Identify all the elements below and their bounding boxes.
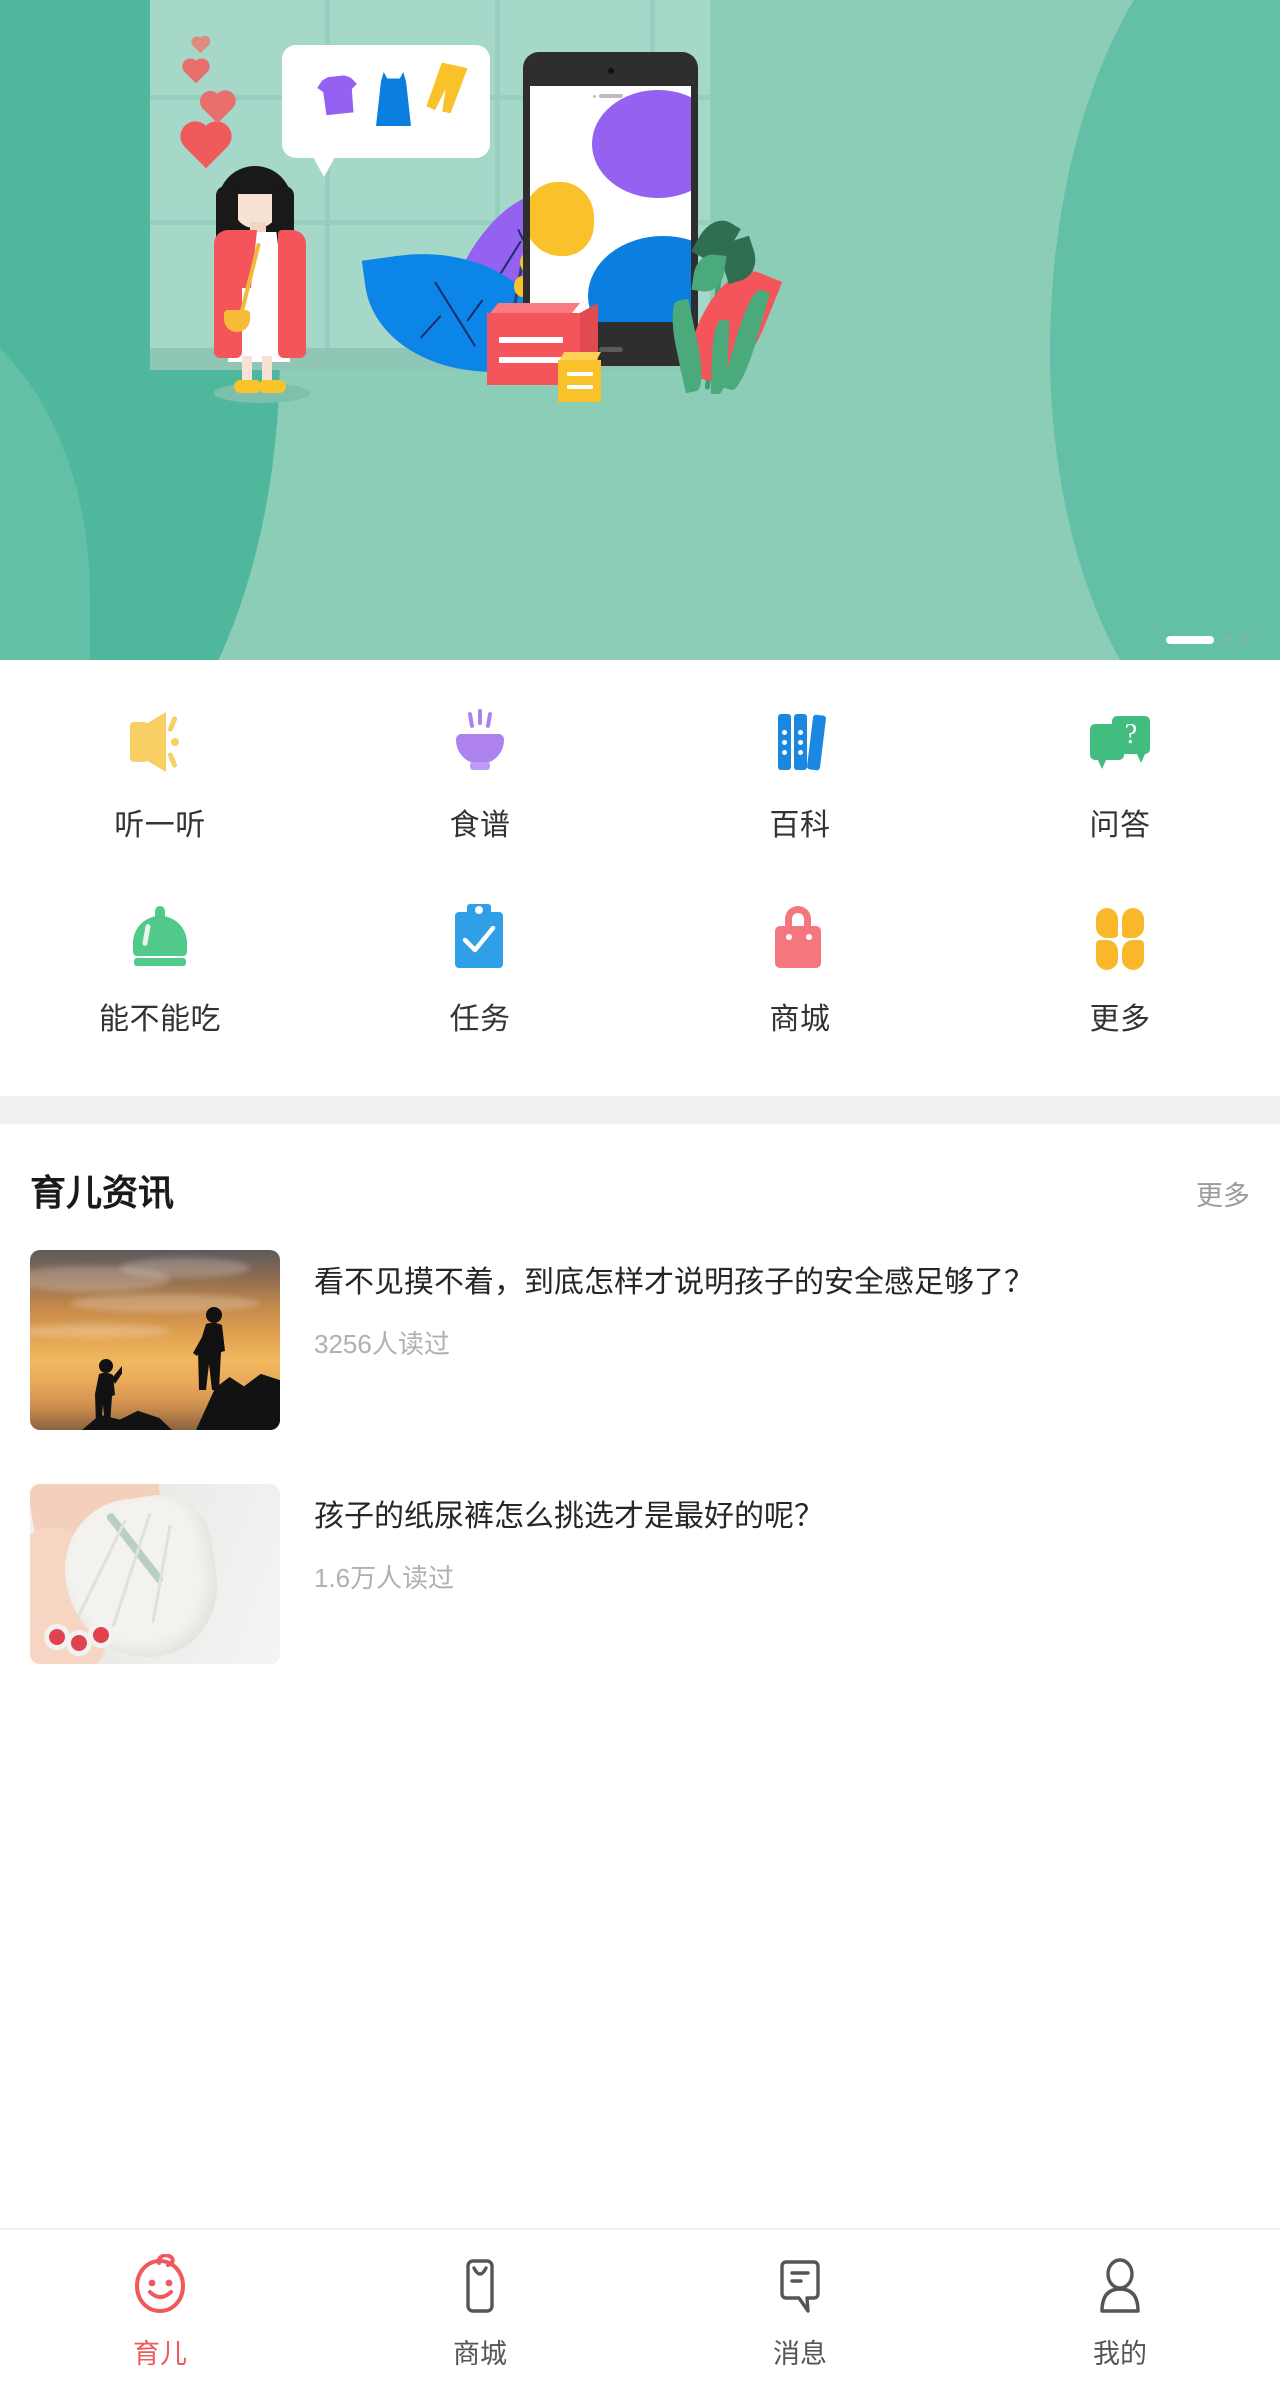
quick-links-grid: 听一听 食谱 百科 ? 问答 能不能吃 任务 商城 更多 <box>0 660 1280 1096</box>
section-title: 育儿资讯 <box>30 1172 175 1213</box>
article-thumbnail-baby <box>30 1484 280 1664</box>
message-bubble-icon <box>780 2259 820 2313</box>
banner-decorative-curve-right <box>1050 0 1280 660</box>
article-read-count: 3256人读过 <box>314 1329 450 1359</box>
quick-link-more[interactable]: 更多 <box>960 900 1280 1038</box>
clipboard-check-icon <box>444 900 516 972</box>
quick-link-can-eat[interactable]: 能不能吃 <box>0 900 320 1038</box>
tab-parenting[interactable]: 育儿 <box>0 2253 320 2371</box>
adult-silhouette <box>193 1307 225 1390</box>
news-section: 育儿资讯 更多 看不见摸不着，到底怎样才说明孩子的安全感足够了？ 3256人读过… <box>0 1124 1280 2228</box>
four-petal-grid-icon <box>1084 900 1156 972</box>
tab-label: 商城 <box>453 2338 507 2369</box>
news-article-item[interactable]: 孩子的纸尿裤怎么挑选才是最好的呢？ 1.6万人读过 <box>0 1430 1280 1664</box>
child-silhouette <box>95 1359 122 1424</box>
books-icon <box>764 706 836 778</box>
quick-link-tasks[interactable]: 任务 <box>320 900 640 1038</box>
quick-link-label: 问答 <box>1089 809 1151 842</box>
tab-label: 消息 <box>773 2338 827 2369</box>
quick-link-encyclopedia[interactable]: 百科 <box>640 706 960 844</box>
tab-messages[interactable]: 消息 <box>640 2254 960 2371</box>
soup-bowl-icon <box>444 706 516 778</box>
quick-link-label: 更多 <box>1089 1003 1151 1036</box>
food-cover-icon <box>124 900 196 972</box>
article-text-block: 看不见摸不着，到底怎样才说明孩子的安全感足够了？ 3256人读过 <box>314 1250 1250 1430</box>
article-text-block: 孩子的纸尿裤怎么挑选才是最好的呢？ 1.6万人读过 <box>314 1484 1250 1664</box>
shopping-bag-outline-icon <box>466 2258 494 2313</box>
yellow-package-box <box>558 360 601 402</box>
quick-link-recipes[interactable]: 食谱 <box>320 706 640 844</box>
quick-link-shop[interactable]: 商城 <box>640 900 960 1038</box>
tab-label: 我的 <box>1093 2338 1147 2369</box>
carousel-dot-active[interactable] <box>1166 635 1214 644</box>
quick-link-label: 听一听 <box>114 809 206 842</box>
carousel-dot[interactable] <box>1241 635 1250 644</box>
tab-profile[interactable]: 我的 <box>960 2254 1280 2371</box>
quick-link-label: 百科 <box>769 809 831 842</box>
article-title: 孩子的纸尿裤怎么挑选才是最好的呢？ <box>314 1500 824 1533</box>
tab-label: 育儿 <box>133 2338 187 2369</box>
tab-shop[interactable]: 商城 <box>320 2254 640 2371</box>
promo-banner-carousel[interactable] <box>0 0 1280 660</box>
article-thumbnail-sunset <box>30 1250 280 1430</box>
quick-links-row-2: 能不能吃 任务 商城 更多 <box>0 900 1280 1038</box>
quick-link-label: 能不能吃 <box>99 1003 221 1036</box>
baby-face-icon <box>134 2253 186 2313</box>
banner-woman-illustration <box>196 160 326 403</box>
shopping-bag-icon <box>764 900 836 972</box>
quick-link-label: 食谱 <box>449 809 511 842</box>
article-read-count: 1.6万人读过 <box>314 1563 455 1593</box>
question-chat-icon: ? <box>1084 706 1156 778</box>
article-title: 看不见摸不着，到底怎样才说明孩子的安全感足够了？ <box>314 1266 1034 1299</box>
person-icon <box>1100 2257 1140 2313</box>
toy-beads <box>44 1620 114 1656</box>
news-more-link[interactable]: 更多 <box>1196 1174 1250 1213</box>
news-section-header: 育儿资讯 更多 <box>0 1124 1280 1232</box>
section-divider <box>0 1096 1280 1124</box>
bottom-tab-bar: 育儿 商城 消息 我的 <box>0 2228 1280 2394</box>
quick-link-qa[interactable]: ? 问答 <box>960 706 1280 844</box>
quick-link-listen[interactable]: 听一听 <box>0 706 320 844</box>
quick-links-row-1: 听一听 食谱 百科 ? 问答 <box>0 706 1280 844</box>
quick-link-label: 任务 <box>449 1003 511 1036</box>
app-root: 听一听 食谱 百科 ? 问答 能不能吃 任务 商城 更多 育儿资讯 更多 看不见… <box>0 0 1280 2394</box>
speaker-icon <box>124 706 196 778</box>
quick-link-label: 商城 <box>769 1003 831 1036</box>
check-icon <box>462 926 496 953</box>
carousel-dot[interactable] <box>1223 635 1232 644</box>
carousel-indicator[interactable] <box>1166 635 1250 644</box>
news-article-item[interactable]: 看不见摸不着，到底怎样才说明孩子的安全感足够了？ 3256人读过 <box>0 1232 1280 1430</box>
